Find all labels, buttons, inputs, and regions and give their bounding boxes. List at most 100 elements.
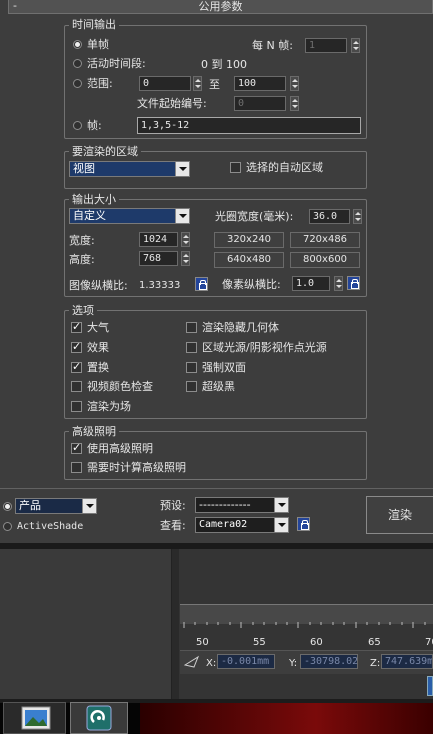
render-button-label: 渲染: [387, 508, 412, 522]
timeline-ruler: [183, 622, 426, 628]
render-area-title: 要渲染的区域: [69, 145, 141, 158]
atmosphere-checkbox[interactable]: [71, 320, 82, 333]
aperture-spinner[interactable]: [353, 209, 362, 224]
use-advanced-lighting-checkbox[interactable]: [71, 441, 82, 454]
file-start-input[interactable]: 0: [234, 96, 286, 111]
production-radio[interactable]: [3, 502, 12, 511]
effects-checkbox[interactable]: [71, 340, 82, 353]
rollout-header[interactable]: - 公用参数: [8, 0, 433, 14]
aperture-input[interactable]: 36.0: [309, 209, 350, 224]
taskbar-red-glow: [140, 703, 433, 734]
range-from-input[interactable]: 0: [139, 76, 191, 91]
displacement-checkbox[interactable]: [71, 360, 82, 373]
aperture-label: 光圈宽度(毫米):: [215, 210, 294, 223]
activeshade-radio[interactable]: [3, 522, 12, 531]
time-output-title: 时间输出: [69, 18, 119, 31]
render-hidden-checkbox[interactable]: [186, 322, 197, 333]
output-preset-value: 自定义: [73, 209, 106, 222]
image-aspect-lock-icon[interactable]: [195, 277, 208, 291]
file-start-spinner[interactable]: [290, 96, 299, 111]
render-hidden-label: 渲染隐藏几何体: [202, 321, 279, 334]
timeline-track[interactable]: [180, 604, 433, 624]
effects-label: 效果: [87, 341, 109, 354]
active-segment-label: 活动时间段:: [87, 57, 146, 70]
every-n-label: 每 N 帧:: [252, 39, 293, 52]
active-range-text: 0 到 100: [201, 58, 247, 71]
preset-dropdown[interactable]: -------------: [195, 497, 289, 513]
width-input[interactable]: 1024: [139, 232, 178, 247]
file-start-label: 文件起始编号:: [137, 97, 207, 110]
transform-mode-icon[interactable]: [184, 655, 200, 669]
output-size-title: 输出大小: [69, 193, 119, 206]
y-coordinate-field[interactable]: -30798.02: [300, 654, 358, 669]
height-spinner[interactable]: [181, 251, 190, 266]
every-n-input[interactable]: 1: [305, 38, 347, 53]
area-lights-label: 区域光源/阴影视作点光源: [202, 341, 327, 354]
chevron-down-icon[interactable]: [175, 209, 189, 223]
width-label: 宽度:: [69, 234, 95, 247]
x-label: X:: [206, 658, 217, 669]
width-spinner[interactable]: [181, 232, 190, 247]
render-area-value: 视图: [73, 162, 95, 175]
active-segment-radio[interactable]: [73, 59, 82, 68]
timeline-tick-label: 50: [196, 637, 209, 648]
range-from-spinner[interactable]: [193, 76, 202, 91]
render-to-fields-checkbox[interactable]: [71, 401, 82, 412]
range-to-spinner[interactable]: [290, 76, 299, 91]
timeline-tick-label: 60: [310, 637, 323, 648]
every-n-spinner[interactable]: [351, 38, 360, 53]
range-to-input[interactable]: 100: [234, 76, 286, 91]
auto-region-label: 选择的自动区域: [246, 161, 323, 174]
height-input[interactable]: 768: [139, 251, 178, 266]
super-black-label: 超级黑: [202, 380, 235, 393]
video-color-check-label: 视频颜色检查: [87, 380, 153, 393]
z-label: Z:: [370, 658, 381, 669]
preset-720x486-button[interactable]: 720x486: [290, 232, 360, 248]
z-coordinate-field[interactable]: 747.639m: [381, 654, 433, 669]
view-dropdown[interactable]: Camera02: [195, 517, 289, 533]
single-frame-label: 单帧: [87, 38, 109, 51]
video-color-check-checkbox[interactable]: [71, 381, 82, 392]
options-title: 选项: [69, 304, 97, 317]
chevron-down-icon[interactable]: [274, 518, 288, 532]
preset-800x600-button[interactable]: 800x600: [290, 252, 360, 268]
frames-radio[interactable]: [73, 121, 82, 130]
pixel-aspect-label: 像素纵横比:: [222, 278, 281, 291]
range-radio[interactable]: [73, 79, 82, 88]
3ds-max-icon[interactable]: [86, 705, 112, 731]
preset-640x480-button[interactable]: 640x480: [214, 252, 284, 268]
key-button[interactable]: [427, 676, 433, 696]
preset-320x240-button[interactable]: 320x240: [214, 232, 284, 248]
area-lights-checkbox[interactable]: [186, 342, 197, 353]
pixel-aspect-lock-icon[interactable]: [347, 276, 360, 290]
advanced-lighting-title: 高级照明: [69, 425, 119, 438]
production-dropdown[interactable]: 产品: [15, 498, 97, 514]
left-panel: [0, 549, 172, 699]
super-black-checkbox[interactable]: [186, 381, 197, 392]
preset-label: 预设:: [160, 499, 186, 512]
render-button[interactable]: 渲染: [366, 496, 433, 534]
force-2sided-checkbox[interactable]: [186, 362, 197, 373]
pixel-aspect-spinner[interactable]: [334, 276, 343, 291]
force-2sided-label: 强制双面: [202, 361, 246, 374]
pixel-aspect-input[interactable]: 1.0: [292, 276, 330, 291]
compute-advanced-lighting-checkbox[interactable]: [71, 462, 82, 473]
output-preset-dropdown[interactable]: 自定义: [69, 208, 190, 224]
view-lock-icon[interactable]: [297, 517, 310, 531]
frames-input[interactable]: 1,3,5-12: [137, 117, 361, 134]
chevron-down-icon[interactable]: [82, 499, 96, 513]
range-to-label: 至: [209, 78, 220, 91]
view-value: Camera02: [199, 519, 248, 530]
x-coordinate-field[interactable]: -0.001mm: [217, 654, 275, 669]
use-advanced-lighting-label: 使用高级照明: [87, 442, 153, 455]
chevron-down-icon[interactable]: [175, 162, 189, 176]
auto-region-checkbox[interactable]: [230, 162, 241, 173]
image-aspect-label: 图像纵横比:: [69, 279, 128, 292]
frames-label: 帧:: [87, 119, 102, 132]
render-to-fields-label: 渲染为场: [87, 400, 131, 413]
render-area-dropdown[interactable]: 视图: [69, 161, 190, 177]
single-frame-radio[interactable]: [73, 40, 82, 49]
photo-viewer-icon[interactable]: [21, 705, 51, 731]
timeline-tick-label: 65: [368, 637, 381, 648]
chevron-down-icon[interactable]: [274, 498, 288, 512]
